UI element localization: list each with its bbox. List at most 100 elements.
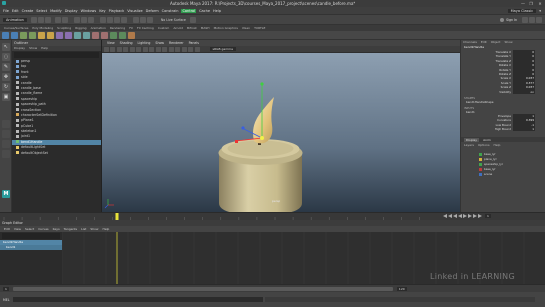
move-tool-icon[interactable]: ✥ xyxy=(2,73,10,81)
menu-windows[interactable]: Windows xyxy=(81,9,97,13)
pencil-curve-icon[interactable] xyxy=(38,31,45,39)
menu-deform[interactable]: Deform xyxy=(146,9,159,13)
go-to-end-icon[interactable] xyxy=(478,214,482,218)
manipulator-z-handle[interactable] xyxy=(241,126,245,130)
graph-menu-edit[interactable]: Edit xyxy=(4,227,10,231)
viewport-menu-lighting[interactable]: Lighting xyxy=(138,41,151,45)
shelf-tab-sculpting[interactable]: Sculpting xyxy=(57,26,71,30)
camera-attributes-icon[interactable] xyxy=(103,46,109,52)
shelf-tab-animation[interactable]: Animation xyxy=(91,26,106,30)
viewport-menu-shading[interactable]: Shading xyxy=(120,41,133,45)
shelf-tab-fx[interactable]: FX xyxy=(129,26,133,30)
layer-color-swatch[interactable] xyxy=(479,162,482,166)
menu-visualize[interactable]: Visualize xyxy=(127,9,142,13)
shelf-tab-arnold[interactable]: Arnold xyxy=(173,26,183,30)
wireframe-icon[interactable] xyxy=(142,46,148,52)
ipr-render-icon[interactable] xyxy=(139,16,146,23)
symmetry-icon[interactable] xyxy=(189,16,196,23)
use-lights-icon[interactable] xyxy=(162,46,167,52)
shelf-tab-turtle[interactable]: TURTLE xyxy=(254,26,265,30)
menu-constrain[interactable]: Constrain xyxy=(162,9,179,13)
cb-shape-name[interactable]: bend1HandleShape xyxy=(461,100,545,104)
isolate-select-icon[interactable] xyxy=(181,46,187,52)
layer-menu-layers[interactable]: Layers xyxy=(464,143,474,147)
layer-menu-help[interactable]: Help xyxy=(494,143,501,147)
shelf-tab-mash[interactable]: MASH xyxy=(201,26,210,30)
outliner-search-input[interactable] xyxy=(14,52,99,58)
cb-attribute-row[interactable]: High Bound 1 xyxy=(461,127,545,132)
snap-grid-icon[interactable] xyxy=(99,16,106,23)
anti-aliasing-icon[interactable] xyxy=(194,46,200,52)
planar-icon[interactable] xyxy=(74,31,81,39)
attach-curves-icon[interactable] xyxy=(101,31,108,39)
graph-menu-select[interactable]: Select xyxy=(25,227,34,231)
workspace-dropdown[interactable]: Maya Classic xyxy=(507,8,537,13)
persp-graph-layout-icon[interactable] xyxy=(2,150,10,158)
graph-search-input[interactable] xyxy=(2,233,60,239)
live-surface-label[interactable]: No Live Surface xyxy=(161,18,186,22)
mode-dropdown[interactable]: Animation xyxy=(3,17,27,22)
shelf-tab-motion-graphics[interactable]: Motion Graphics xyxy=(214,26,238,30)
workspace-chevron-icon[interactable]: ▾ xyxy=(539,9,541,13)
render-settings-icon[interactable] xyxy=(146,16,153,23)
arc-tool-icon[interactable] xyxy=(47,31,54,39)
range-start-field[interactable]: 1 xyxy=(3,286,9,291)
shelf-tab-rendering[interactable]: Rendering xyxy=(110,26,125,30)
snap-point-icon[interactable] xyxy=(113,16,120,23)
layer-color-swatch[interactable] xyxy=(479,157,482,161)
graph-menu-show[interactable]: Show xyxy=(90,227,98,231)
menu-file[interactable]: File xyxy=(3,9,9,13)
step-back-key-icon[interactable] xyxy=(448,214,452,218)
rebuild-curve-icon[interactable] xyxy=(119,31,126,39)
candle-flame[interactable] xyxy=(253,97,274,144)
lasso-tool-icon[interactable]: ◌ xyxy=(2,53,10,61)
render-icon[interactable] xyxy=(132,16,139,23)
step-forward-frame-icon[interactable] xyxy=(468,214,472,218)
shelf-tab-curves[interactable]: Curves/Surfaces xyxy=(4,26,28,30)
shelf-tab-fx-caching[interactable]: FX Caching xyxy=(137,26,154,30)
film-gate-icon[interactable] xyxy=(129,46,135,52)
menu-select[interactable]: Select xyxy=(36,9,47,13)
viewport-menu-view[interactable]: View xyxy=(107,41,115,45)
menu-create[interactable]: Create xyxy=(22,9,34,13)
textured-icon[interactable] xyxy=(155,46,161,52)
snap-curve-icon[interactable] xyxy=(106,16,113,23)
single-perspective-layout-icon[interactable] xyxy=(2,120,10,128)
open-scene-icon[interactable] xyxy=(37,16,44,23)
extrude-icon[interactable] xyxy=(83,31,90,39)
layer-color-swatch[interactable] xyxy=(479,152,482,156)
play-forwards-icon[interactable] xyxy=(463,214,467,218)
go-to-start-icon[interactable] xyxy=(443,214,447,218)
maximize-button[interactable]: ❐ xyxy=(528,1,534,6)
select-hierarchy-icon[interactable] xyxy=(73,16,80,23)
graph-menu-keys[interactable]: Keys xyxy=(53,227,60,231)
layer-color-swatch[interactable] xyxy=(479,172,482,176)
bevel-icon[interactable] xyxy=(92,31,99,39)
shelf-tab-xgen[interactable]: XGen xyxy=(242,26,250,30)
persp-outliner-layout-icon[interactable] xyxy=(2,140,10,148)
sign-in-button[interactable]: Sign In xyxy=(500,17,517,22)
cb-attribute-value[interactable]: on xyxy=(513,89,535,94)
current-frame-field[interactable]: 1 xyxy=(485,214,491,218)
step-forward-key-icon[interactable] xyxy=(473,214,477,218)
detach-curves-icon[interactable] xyxy=(110,31,117,39)
paint-select-tool-icon[interactable]: ✎ xyxy=(2,63,10,71)
graph-item-bend1[interactable]: bend1 xyxy=(0,245,62,250)
undo-icon[interactable] xyxy=(54,16,61,23)
perspective-viewport[interactable]: persp xyxy=(102,53,460,212)
ambient-occlusion-icon[interactable] xyxy=(188,46,193,52)
graph-menu-list[interactable]: List xyxy=(81,227,86,231)
tool-settings-toggle-icon[interactable] xyxy=(529,16,535,23)
scale-tool-icon[interactable]: ▣ xyxy=(2,93,10,101)
new-scene-icon[interactable] xyxy=(30,16,37,23)
cv-curve-icon[interactable] xyxy=(20,31,27,39)
viewport-menu-show[interactable]: Show xyxy=(155,41,164,45)
redo-icon[interactable] xyxy=(61,16,68,23)
range-slider-bar[interactable] xyxy=(12,286,393,291)
layer-tab-anim[interactable]: Anim xyxy=(483,138,491,142)
shelf-tab-poly[interactable]: Poly Modeling xyxy=(32,26,53,30)
time-slider[interactable]: 1 xyxy=(0,212,545,221)
attribute-editor-toggle-icon[interactable] xyxy=(522,16,528,23)
select-tool-icon[interactable]: ↖ xyxy=(2,43,10,51)
outliner-menu-help[interactable]: Help xyxy=(41,46,48,51)
